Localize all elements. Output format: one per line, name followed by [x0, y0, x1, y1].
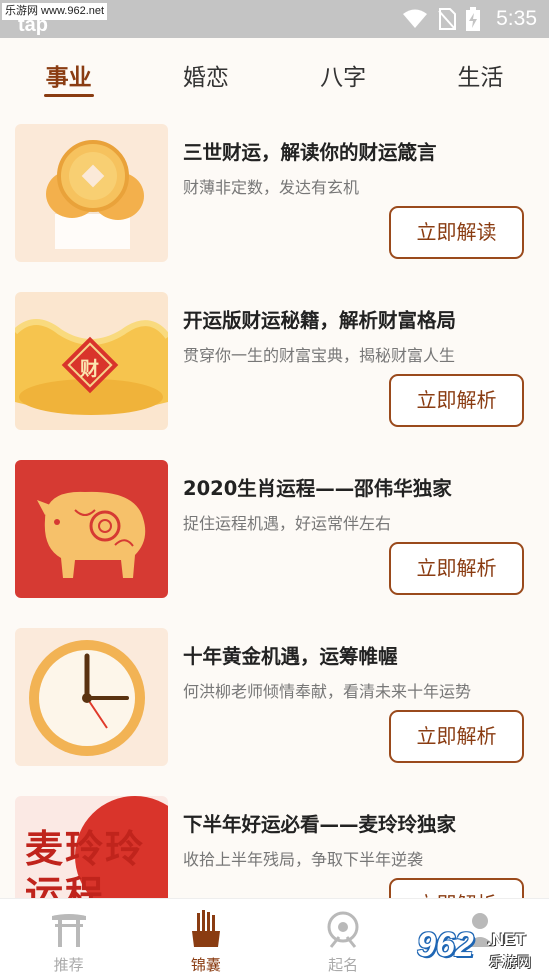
tab-career[interactable]: 事业 — [0, 38, 137, 106]
battery-charging-icon — [466, 7, 481, 31]
torii-gate-icon — [51, 914, 86, 947]
nav-label: 推荐 — [53, 956, 84, 974]
watermark-sub: 乐游网 — [489, 955, 531, 971]
watermark-brand: 962 — [417, 926, 474, 964]
status-time: 5:35 — [496, 7, 537, 30]
nav-label: 锦囊 — [190, 956, 221, 974]
site-watermark-logo: 962 .NET 乐游网 — [417, 926, 545, 972]
wealth-character: 财 — [80, 358, 100, 380]
list-item[interactable]: 十年黄金机遇，运筹帷幄 何洪柳老师倾情奉献，看清未来十年运势 立即解析 — [0, 610, 549, 778]
item-subtitle: 何洪柳老师倾情奉献，看清未来十年运势 — [183, 682, 472, 701]
nav-naming[interactable]: 起名 — [275, 899, 412, 977]
gold-ingot-icon: 财 — [15, 292, 168, 430]
tab-romance[interactable]: 婚恋 — [137, 38, 274, 106]
item-subtitle: 捉住运程机遇，好运常伴左右 — [183, 514, 392, 533]
nav-recommend[interactable]: 推荐 — [0, 899, 137, 977]
item-subtitle: 收拾上半年残局，争取下半年逆袭 — [183, 850, 424, 869]
wifi-icon — [403, 9, 428, 28]
item-title: 三世财运，解读你的财运箴言 — [183, 141, 437, 164]
item-title: 下半年好运必看——麦玲玲独家 — [183, 813, 457, 836]
clock-icon — [15, 628, 168, 766]
item-title: 开运版财运秘籍，解析财富格局 — [183, 309, 457, 332]
status-bar: 乐游网 www.962.net tap 5:35 — [0, 0, 549, 38]
watermark-net: .NET — [487, 930, 526, 949]
calligraphy-text: 麦玲玲运程 — [25, 826, 146, 898]
list-item[interactable]: 2020生肖运程——邵伟华独家 捉住运程机遇，好运常伴左右 立即解析 — [0, 442, 549, 610]
item-subtitle: 贯穿你一生的财富宝典，揭秘财富人生 — [183, 346, 456, 365]
gold-coins-icon — [15, 124, 168, 262]
analyze-now-button[interactable]: 立即解析 — [389, 878, 524, 898]
read-now-button[interactable]: 立即解读 — [389, 206, 524, 259]
list-item[interactable]: 三世财运，解读你的财运箴言 财薄非定数，发达有玄机 立即解读 — [0, 106, 549, 274]
analyze-now-button[interactable]: 立即解析 — [389, 710, 524, 763]
item-title: 十年黄金机遇，运筹帷幄 — [183, 645, 398, 668]
analyze-now-button[interactable]: 立即解析 — [389, 374, 524, 427]
item-subtitle: 财薄非定数，发达有玄机 — [183, 178, 360, 197]
nav-tips[interactable]: 锦囊 — [137, 899, 274, 977]
bamboo-sticks-icon — [191, 910, 220, 947]
no-sim-icon — [438, 8, 457, 30]
app-mark: tap — [18, 14, 48, 36]
nav-label: 起名 — [328, 956, 359, 974]
tab-life[interactable]: 生活 — [412, 38, 549, 106]
category-tabs: 事业 婚恋 八字 生活 — [0, 38, 549, 106]
list-item[interactable]: 麦玲玲运程 下半年好运必看——麦玲玲独家 收拾上半年残局，争取下半年逆袭 立即解… — [0, 778, 549, 898]
analyze-now-button[interactable]: 立即解析 — [389, 542, 524, 595]
fortune-calligraphy-icon: 麦玲玲运程 — [15, 796, 168, 898]
article-list: 三世财运，解读你的财运箴言 财薄非定数，发达有玄机 立即解读 财 开运版财运秘籍… — [0, 106, 549, 898]
tab-bazi[interactable]: 八字 — [275, 38, 412, 106]
item-title: 2020生肖运程——邵伟华独家 — [183, 477, 452, 500]
compass-icon — [327, 911, 359, 948]
golden-pig-icon — [15, 460, 168, 598]
list-item[interactable]: 财 开运版财运秘籍，解析财富格局 贯穿你一生的财富宝典，揭秘财富人生 立即解析 — [0, 274, 549, 442]
